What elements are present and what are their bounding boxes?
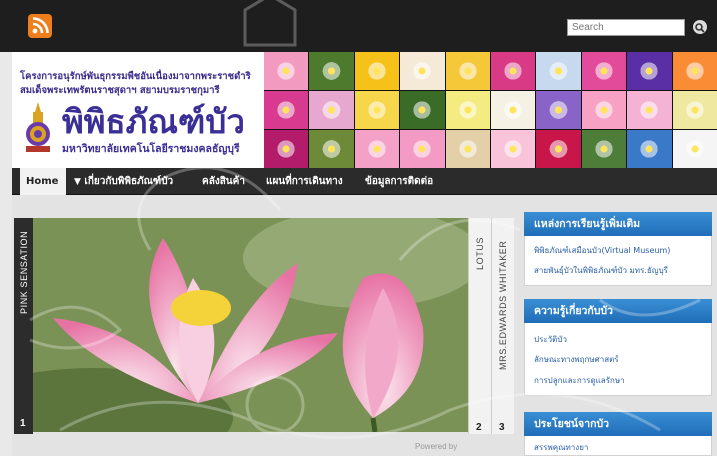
nav-map[interactable]: แผนที่การเดินทาง xyxy=(266,168,343,195)
sidebar-link[interactable]: ประวัติบัว xyxy=(534,333,567,346)
slider-tab-whitaker-label: MRS.EDWARDS WHITAKER xyxy=(498,240,508,370)
nav-products[interactable]: คลังสินค้า xyxy=(202,168,245,195)
widget-lotus-knowledge-title: ความรู้เกี่ยวกับบัว xyxy=(524,299,712,323)
powered-by-text: Powered by xyxy=(415,442,458,451)
site-logo-subtitle: มหาวิทยาลัยเทคโนโลยีราชมงคลธัญบุรี xyxy=(62,143,240,155)
slider-tab-lotus[interactable]: LOTUS 2 xyxy=(468,218,491,434)
sidebar-link[interactable]: การปลูกและการดูแลรักษา xyxy=(534,374,625,387)
slider-tab-label: PINK SENSATION xyxy=(19,230,29,314)
widget-lotus-benefits-title: ประโยชน์จากบัว xyxy=(524,412,712,436)
slider-tab-number: 1 xyxy=(20,418,26,429)
header-tagline: โครงการอนุรักษ์พันธุกรรมพืชอันเนื่องมาจา… xyxy=(20,71,251,82)
sidebar-link[interactable]: สรรพคุณทางยา xyxy=(534,441,588,454)
featured-lotus-slide[interactable] xyxy=(33,218,468,432)
lotus-photo-collage xyxy=(264,52,717,168)
nav-about-label: เกี่ยวกับพิพิธภัณฑ์บัว xyxy=(84,176,174,187)
widget-learning-resources-title: แหล่งการเรียนรู้เพิ่มเติม xyxy=(524,212,712,236)
search-input[interactable] xyxy=(567,19,685,36)
slider-tab-lotus-label: LOTUS xyxy=(475,236,485,270)
nav-about[interactable]: ▼ เกี่ยวกับพิพิธภัณฑ์บัว xyxy=(74,168,173,195)
slider-tab-lotus-number: 2 xyxy=(476,422,482,433)
main-navigation: Home ▼ เกี่ยวกับพิพิธภัณฑ์บัว คลังสินค้า… xyxy=(12,168,717,195)
slider-tab-pink-sensation[interactable]: PINK SENSATION 1 xyxy=(14,218,33,434)
chevron-down-icon: ▼ xyxy=(74,177,81,187)
university-seal-icon xyxy=(26,102,50,152)
sidebar-link[interactable]: พิพิธภัณฑ์เสมือนบัว(Virtual Museum) xyxy=(534,244,670,257)
nav-home[interactable]: Home xyxy=(20,168,66,195)
nav-contact[interactable]: ข้อมูลการติดต่อ xyxy=(365,168,433,195)
search-icon[interactable] xyxy=(693,20,707,34)
sidebar-link[interactable]: ลักษณะทางพฤกษศาสตร์ xyxy=(534,353,619,366)
lotus-flower-image xyxy=(33,218,468,432)
rss-icon[interactable] xyxy=(28,14,52,38)
slider-tab-whitaker-number: 3 xyxy=(499,422,505,433)
widget-lotus-knowledge: ประวัติบัว ลักษณะทางพฤกษศาสตร์ การปลูกแล… xyxy=(524,323,712,396)
widget-learning-resources: พิพิธภัณฑ์เสมือนบัว(Virtual Museum) สายพ… xyxy=(524,236,712,286)
sidebar-link[interactable]: สายพันธุ์บัวในพิพิธภัณฑ์บัว มทร.ธัญบุรี xyxy=(534,264,668,277)
site-header: โครงการอนุรักษ์พันธุกรรมพืชอันเนื่องมาจา… xyxy=(12,52,717,168)
widget-lotus-benefits: สรรพคุณทางยา xyxy=(524,436,712,456)
top-bar xyxy=(0,0,717,52)
slider-tab-mrs-edwards-whitaker[interactable]: MRS.EDWARDS WHITAKER 3 xyxy=(491,218,514,434)
